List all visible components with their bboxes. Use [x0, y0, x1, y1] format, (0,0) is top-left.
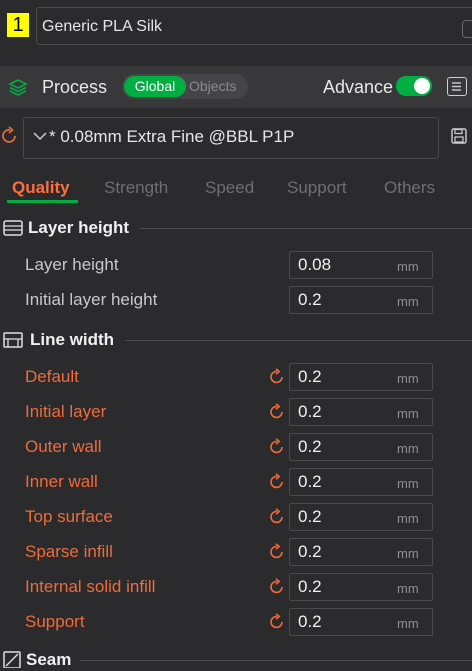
- unit-label: mm: [397, 406, 419, 421]
- process-header: Process Global Objects Advance: [0, 66, 472, 108]
- unit-label: mm: [397, 616, 419, 631]
- reset-arrow-icon[interactable]: [268, 613, 286, 631]
- initial-layer-width-value: 0.2: [298, 402, 322, 421]
- filament-selector[interactable]: Generic PLA Silk: [36, 7, 472, 45]
- reset-arrow-icon[interactable]: [268, 508, 286, 526]
- seam-icon: [3, 651, 21, 668]
- initial-layer-height-value: 0.2: [298, 290, 322, 309]
- tab-strength[interactable]: Strength: [104, 177, 168, 199]
- reset-arrow-icon[interactable]: [268, 438, 286, 456]
- process-title: Process: [42, 77, 108, 97]
- setting-label-internal-solid-infill: Internal solid infill: [25, 577, 156, 596]
- unit-label: mm: [397, 476, 419, 491]
- reset-arrow-icon[interactable]: [268, 578, 286, 596]
- advance-toggle-knob: [414, 78, 430, 94]
- advance-label: Advance: [323, 77, 394, 97]
- section-title-line-width: Line width: [30, 330, 115, 349]
- active-tab-indicator: [7, 200, 78, 203]
- section-divider: [140, 228, 472, 229]
- filament-index-badge: 1: [7, 13, 29, 37]
- top-surface-width-value: 0.2: [298, 507, 322, 526]
- tab-speed[interactable]: Speed: [205, 177, 254, 199]
- unit-label: mm: [397, 441, 419, 456]
- sparse-infill-width-value: 0.2: [298, 542, 322, 561]
- setting-label-outer-wall: Outer wall: [25, 437, 102, 456]
- support-width-value: 0.2: [298, 612, 322, 631]
- setting-label-inner-wall: Inner wall: [25, 472, 98, 491]
- inner-wall-width-value: 0.2: [298, 472, 322, 491]
- unit-label: mm: [397, 511, 419, 526]
- scope-global-button[interactable]: Global: [124, 76, 186, 97]
- layer-height-icon: [3, 220, 23, 236]
- setting-label-support: Support: [25, 612, 85, 631]
- tab-others[interactable]: Others: [384, 177, 435, 199]
- setting-label-initial-layer: Initial layer: [25, 402, 107, 421]
- setting-label-top-surface: Top surface: [25, 507, 113, 526]
- tab-quality[interactable]: Quality: [12, 177, 70, 199]
- setting-label-initial-layer-height: Initial layer height: [25, 290, 158, 309]
- reset-arrow-icon[interactable]: [268, 543, 286, 561]
- setting-label-layer-height: Layer height: [25, 255, 119, 274]
- section-divider: [125, 340, 472, 341]
- preset-name: * 0.08mm Extra Fine @BBL P1P: [49, 127, 295, 146]
- setting-label-default: Default: [25, 367, 79, 386]
- compare-icon[interactable]: [447, 77, 467, 96]
- setting-label-sparse-infill: Sparse infill: [25, 542, 113, 561]
- layers-icon: [8, 79, 28, 96]
- section-divider: [80, 660, 472, 661]
- section-title-seam: Seam: [26, 650, 72, 669]
- chevron-down-icon[interactable]: [33, 130, 47, 142]
- scope-objects-button[interactable]: Objects: [189, 76, 236, 97]
- filament-edit-icon[interactable]: [462, 20, 472, 38]
- unit-label: mm: [397, 294, 419, 309]
- tab-support[interactable]: Support: [287, 177, 347, 199]
- unit-label: mm: [397, 371, 419, 386]
- layer-height-value: 0.08: [298, 255, 332, 274]
- default-width-value: 0.2: [298, 367, 322, 386]
- line-width-icon: [3, 332, 23, 348]
- unit-label: mm: [397, 546, 419, 561]
- reset-arrow-icon[interactable]: [268, 473, 286, 491]
- save-icon[interactable]: [451, 128, 467, 144]
- unit-label: mm: [397, 581, 419, 596]
- reset-arrow-icon[interactable]: [268, 403, 286, 421]
- internal-solid-infill-width-value: 0.2: [298, 577, 322, 596]
- section-title-layer-height: Layer height: [28, 218, 130, 237]
- reset-arrow-icon[interactable]: [0, 126, 20, 146]
- reset-arrow-icon[interactable]: [268, 368, 286, 386]
- unit-label: mm: [397, 259, 419, 274]
- outer-wall-width-value: 0.2: [298, 437, 322, 456]
